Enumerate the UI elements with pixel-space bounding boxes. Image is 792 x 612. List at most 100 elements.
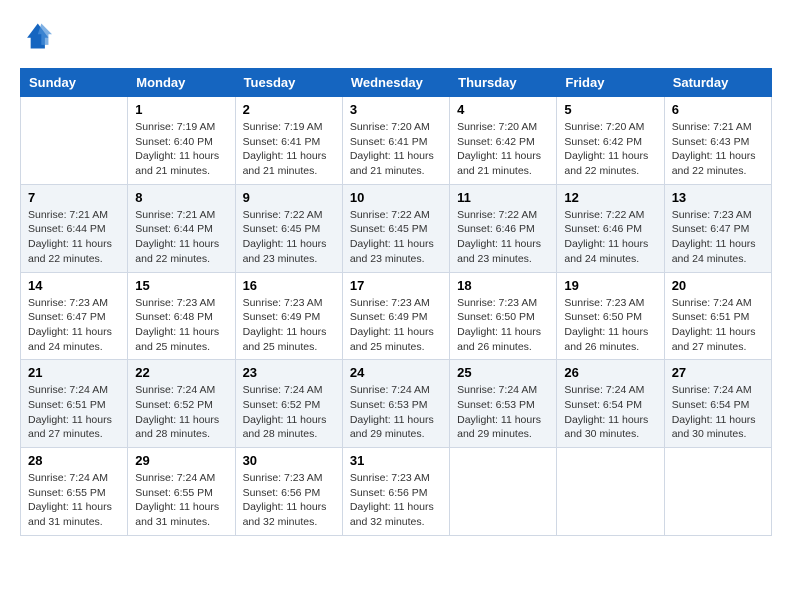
weekday-header-row: SundayMondayTuesdayWednesdayThursdayFrid… bbox=[21, 69, 772, 97]
day-info: Sunrise: 7:21 AM Sunset: 6:44 PM Dayligh… bbox=[28, 208, 120, 267]
day-cell: 29 Sunrise: 7:24 AM Sunset: 6:55 PM Dayl… bbox=[128, 448, 235, 536]
sunset: Sunset: 6:46 PM bbox=[457, 222, 549, 237]
day-cell bbox=[450, 448, 557, 536]
day-number: 20 bbox=[672, 278, 764, 293]
day-info: Sunrise: 7:23 AM Sunset: 6:56 PM Dayligh… bbox=[350, 471, 442, 530]
daylight: Daylight: 11 hours and 26 minutes. bbox=[564, 325, 656, 354]
sunset: Sunset: 6:42 PM bbox=[457, 135, 549, 150]
sunset: Sunset: 6:52 PM bbox=[135, 398, 227, 413]
sunset: Sunset: 6:52 PM bbox=[243, 398, 335, 413]
day-cell: 24 Sunrise: 7:24 AM Sunset: 6:53 PM Dayl… bbox=[342, 360, 449, 448]
week-row-4: 21 Sunrise: 7:24 AM Sunset: 6:51 PM Dayl… bbox=[21, 360, 772, 448]
day-cell: 8 Sunrise: 7:21 AM Sunset: 6:44 PM Dayli… bbox=[128, 184, 235, 272]
daylight: Daylight: 11 hours and 21 minutes. bbox=[135, 149, 227, 178]
sunrise: Sunrise: 7:21 AM bbox=[28, 208, 120, 223]
day-info: Sunrise: 7:24 AM Sunset: 6:51 PM Dayligh… bbox=[28, 383, 120, 442]
weekday-header-monday: Monday bbox=[128, 69, 235, 97]
daylight: Daylight: 11 hours and 30 minutes. bbox=[672, 413, 764, 442]
day-info: Sunrise: 7:19 AM Sunset: 6:41 PM Dayligh… bbox=[243, 120, 335, 179]
sunrise: Sunrise: 7:21 AM bbox=[672, 120, 764, 135]
weekday-header-tuesday: Tuesday bbox=[235, 69, 342, 97]
day-info: Sunrise: 7:24 AM Sunset: 6:55 PM Dayligh… bbox=[28, 471, 120, 530]
day-number: 24 bbox=[350, 365, 442, 380]
weekday-header-thursday: Thursday bbox=[450, 69, 557, 97]
sunrise: Sunrise: 7:22 AM bbox=[564, 208, 656, 223]
sunrise: Sunrise: 7:23 AM bbox=[457, 296, 549, 311]
day-number: 6 bbox=[672, 102, 764, 117]
day-cell: 6 Sunrise: 7:21 AM Sunset: 6:43 PM Dayli… bbox=[664, 97, 771, 185]
day-info: Sunrise: 7:24 AM Sunset: 6:53 PM Dayligh… bbox=[457, 383, 549, 442]
sunset: Sunset: 6:50 PM bbox=[564, 310, 656, 325]
day-number: 30 bbox=[243, 453, 335, 468]
sunrise: Sunrise: 7:24 AM bbox=[135, 383, 227, 398]
day-info: Sunrise: 7:20 AM Sunset: 6:41 PM Dayligh… bbox=[350, 120, 442, 179]
day-number: 23 bbox=[243, 365, 335, 380]
daylight: Daylight: 11 hours and 21 minutes. bbox=[457, 149, 549, 178]
day-cell: 4 Sunrise: 7:20 AM Sunset: 6:42 PM Dayli… bbox=[450, 97, 557, 185]
sunrise: Sunrise: 7:23 AM bbox=[243, 296, 335, 311]
daylight: Daylight: 11 hours and 30 minutes. bbox=[564, 413, 656, 442]
calendar-table: SundayMondayTuesdayWednesdayThursdayFrid… bbox=[20, 68, 772, 536]
daylight: Daylight: 11 hours and 31 minutes. bbox=[28, 500, 120, 529]
daylight: Daylight: 11 hours and 25 minutes. bbox=[243, 325, 335, 354]
daylight: Daylight: 11 hours and 28 minutes. bbox=[135, 413, 227, 442]
day-info: Sunrise: 7:24 AM Sunset: 6:52 PM Dayligh… bbox=[135, 383, 227, 442]
sunrise: Sunrise: 7:22 AM bbox=[457, 208, 549, 223]
day-info: Sunrise: 7:24 AM Sunset: 6:52 PM Dayligh… bbox=[243, 383, 335, 442]
day-cell: 2 Sunrise: 7:19 AM Sunset: 6:41 PM Dayli… bbox=[235, 97, 342, 185]
day-cell: 25 Sunrise: 7:24 AM Sunset: 6:53 PM Dayl… bbox=[450, 360, 557, 448]
day-cell: 11 Sunrise: 7:22 AM Sunset: 6:46 PM Dayl… bbox=[450, 184, 557, 272]
day-info: Sunrise: 7:24 AM Sunset: 6:51 PM Dayligh… bbox=[672, 296, 764, 355]
day-info: Sunrise: 7:19 AM Sunset: 6:40 PM Dayligh… bbox=[135, 120, 227, 179]
daylight: Daylight: 11 hours and 22 minutes. bbox=[135, 237, 227, 266]
day-number: 14 bbox=[28, 278, 120, 293]
daylight: Daylight: 11 hours and 24 minutes. bbox=[564, 237, 656, 266]
sunset: Sunset: 6:48 PM bbox=[135, 310, 227, 325]
day-number: 12 bbox=[564, 190, 656, 205]
day-cell: 14 Sunrise: 7:23 AM Sunset: 6:47 PM Dayl… bbox=[21, 272, 128, 360]
day-info: Sunrise: 7:21 AM Sunset: 6:43 PM Dayligh… bbox=[672, 120, 764, 179]
day-info: Sunrise: 7:23 AM Sunset: 6:50 PM Dayligh… bbox=[564, 296, 656, 355]
sunset: Sunset: 6:54 PM bbox=[564, 398, 656, 413]
daylight: Daylight: 11 hours and 23 minutes. bbox=[350, 237, 442, 266]
daylight: Daylight: 11 hours and 25 minutes. bbox=[350, 325, 442, 354]
day-info: Sunrise: 7:22 AM Sunset: 6:45 PM Dayligh… bbox=[243, 208, 335, 267]
weekday-header-sunday: Sunday bbox=[21, 69, 128, 97]
sunrise: Sunrise: 7:24 AM bbox=[350, 383, 442, 398]
sunset: Sunset: 6:53 PM bbox=[457, 398, 549, 413]
sunrise: Sunrise: 7:24 AM bbox=[457, 383, 549, 398]
sunrise: Sunrise: 7:24 AM bbox=[28, 383, 120, 398]
sunset: Sunset: 6:51 PM bbox=[672, 310, 764, 325]
day-number: 5 bbox=[564, 102, 656, 117]
day-number: 11 bbox=[457, 190, 549, 205]
sunrise: Sunrise: 7:23 AM bbox=[564, 296, 656, 311]
logo bbox=[20, 20, 56, 52]
day-cell: 13 Sunrise: 7:23 AM Sunset: 6:47 PM Dayl… bbox=[664, 184, 771, 272]
sunrise: Sunrise: 7:19 AM bbox=[135, 120, 227, 135]
day-info: Sunrise: 7:24 AM Sunset: 6:55 PM Dayligh… bbox=[135, 471, 227, 530]
week-row-3: 14 Sunrise: 7:23 AM Sunset: 6:47 PM Dayl… bbox=[21, 272, 772, 360]
sunrise: Sunrise: 7:24 AM bbox=[672, 296, 764, 311]
day-cell: 28 Sunrise: 7:24 AM Sunset: 6:55 PM Dayl… bbox=[21, 448, 128, 536]
sunrise: Sunrise: 7:20 AM bbox=[350, 120, 442, 135]
weekday-header-wednesday: Wednesday bbox=[342, 69, 449, 97]
sunset: Sunset: 6:54 PM bbox=[672, 398, 764, 413]
day-number: 3 bbox=[350, 102, 442, 117]
day-number: 16 bbox=[243, 278, 335, 293]
day-info: Sunrise: 7:24 AM Sunset: 6:53 PM Dayligh… bbox=[350, 383, 442, 442]
logo-icon bbox=[20, 20, 52, 52]
sunset: Sunset: 6:47 PM bbox=[28, 310, 120, 325]
sunset: Sunset: 6:41 PM bbox=[350, 135, 442, 150]
daylight: Daylight: 11 hours and 32 minutes. bbox=[350, 500, 442, 529]
day-info: Sunrise: 7:23 AM Sunset: 6:49 PM Dayligh… bbox=[350, 296, 442, 355]
daylight: Daylight: 11 hours and 28 minutes. bbox=[243, 413, 335, 442]
day-number: 13 bbox=[672, 190, 764, 205]
day-cell: 16 Sunrise: 7:23 AM Sunset: 6:49 PM Dayl… bbox=[235, 272, 342, 360]
day-cell: 20 Sunrise: 7:24 AM Sunset: 6:51 PM Dayl… bbox=[664, 272, 771, 360]
daylight: Daylight: 11 hours and 21 minutes. bbox=[350, 149, 442, 178]
sunset: Sunset: 6:47 PM bbox=[672, 222, 764, 237]
day-info: Sunrise: 7:23 AM Sunset: 6:47 PM Dayligh… bbox=[672, 208, 764, 267]
day-cell: 18 Sunrise: 7:23 AM Sunset: 6:50 PM Dayl… bbox=[450, 272, 557, 360]
sunset: Sunset: 6:50 PM bbox=[457, 310, 549, 325]
day-info: Sunrise: 7:24 AM Sunset: 6:54 PM Dayligh… bbox=[672, 383, 764, 442]
